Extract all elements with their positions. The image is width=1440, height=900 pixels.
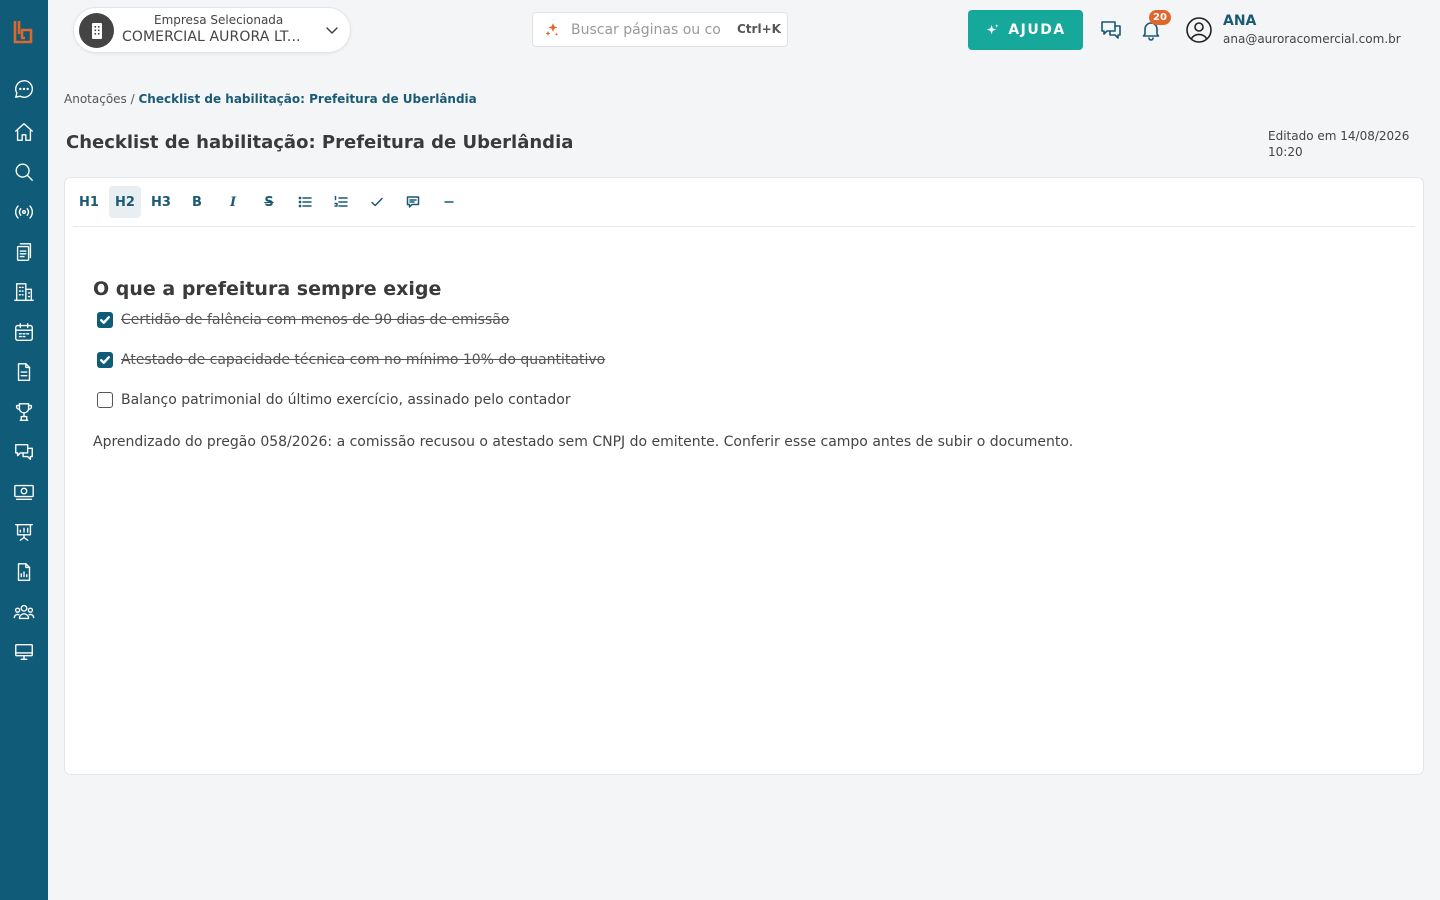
task-checkbox[interactable]: [97, 352, 113, 368]
horizontal-rule-button[interactable]: [433, 186, 465, 218]
breadcrumb-parent[interactable]: Anotações: [64, 92, 127, 106]
task-text: Atestado de capacidade técnica com no mí…: [121, 352, 606, 368]
task-item: Certidão de falência com menos de 90 dia…: [93, 308, 1393, 332]
sidebar-item-search[interactable]: [12, 160, 36, 184]
messages-icon: [1101, 21, 1121, 39]
strikethrough-button[interactable]: S: [253, 186, 285, 218]
breadcrumb-current: Checklist de habilitação: Prefeitura de …: [138, 92, 477, 106]
heading-2-button[interactable]: H2: [109, 186, 141, 218]
comment-button[interactable]: [397, 186, 429, 218]
edited-date: Editado em 14/08/2026: [1268, 129, 1410, 143]
sidebar-item-companies[interactable]: [12, 280, 36, 304]
user-avatar[interactable]: [1185, 16, 1213, 44]
search-shortcut: Ctrl+K: [737, 22, 781, 36]
ordered-list-button[interactable]: [325, 186, 357, 218]
global-search[interactable]: Ctrl+K: [532, 12, 788, 47]
sidebar-item-messages[interactable]: [12, 440, 36, 464]
company-selector-value: COMERCIAL AURORA LT...: [122, 29, 301, 45]
user-name[interactable]: ANA: [1223, 13, 1256, 29]
sparkle-icon: [545, 23, 559, 36]
bullet-list-button[interactable]: [289, 186, 321, 218]
sidebar-item-chat[interactable]: [12, 77, 36, 101]
company-building-icon: [79, 13, 114, 48]
sidebar-item-documents[interactable]: [12, 240, 36, 264]
documents-icon: [16, 243, 32, 261]
note-editor: H1 H2 H3 B I S O que a prefeitura sempre…: [64, 177, 1424, 775]
file-icon: [17, 363, 31, 381]
sidebar-item-home[interactable]: [12, 120, 36, 144]
note-paragraph: Aprendizado do pregão 058/2026: a comiss…: [93, 434, 1074, 450]
app-logo-icon[interactable]: [10, 18, 36, 46]
sidebar-item-presentation[interactable]: [12, 520, 36, 544]
calendar-icon: [15, 323, 33, 341]
heading-1-button[interactable]: H1: [73, 186, 105, 218]
italic-button[interactable]: I: [217, 186, 249, 218]
building-icon: [14, 283, 34, 301]
sidebar-item-report[interactable]: [12, 560, 36, 584]
messages-icon: [15, 443, 33, 461]
toolbar-divider: [73, 226, 1415, 227]
editor-content[interactable]: O que a prefeitura sempre exige Certidão…: [93, 278, 1393, 450]
edited-timestamp: Editado em 14/08/2026 10:20: [1268, 128, 1418, 160]
sidebar-item-broadcast[interactable]: [12, 200, 36, 224]
task-item: Atestado de capacidade técnica com no mí…: [93, 348, 1393, 372]
sidebar-item-users[interactable]: [12, 600, 36, 624]
sidebar: [0, 0, 48, 900]
broadcast-icon: [15, 205, 33, 219]
task-checkbox[interactable]: [97, 392, 113, 408]
sparkle-icon: [987, 23, 999, 34]
heading-3-button[interactable]: H3: [145, 186, 177, 218]
sidebar-item-calendar[interactable]: [12, 320, 36, 344]
users-icon: [13, 604, 35, 620]
task-text: Balanço patrimonial do último exercício,…: [121, 392, 571, 408]
sidebar-item-file[interactable]: [12, 360, 36, 384]
chevron-down-icon: [326, 27, 338, 34]
chat-icon: [15, 80, 33, 98]
monitor-icon: [15, 643, 33, 661]
company-selector[interactable]: Empresa Selecionada COMERCIAL AURORA LT.…: [73, 7, 351, 53]
ordered-list-icon: [334, 195, 348, 207]
user-email: ana@auroracomercial.com.br: [1223, 32, 1401, 46]
company-selector-label: Empresa Selecionada: [154, 13, 284, 27]
horizontal-rule-icon: [444, 201, 454, 203]
breadcrumb: Anotações / Checklist de habilitação: Pr…: [64, 92, 477, 106]
comment-icon: [406, 196, 420, 208]
notification-badge: 20: [1149, 10, 1171, 25]
search-icon: [15, 163, 33, 181]
editor-toolbar: H1 H2 H3 B I S: [73, 186, 465, 218]
trophy-icon: [15, 403, 33, 421]
task-item: Balanço patrimonial do último exercício,…: [93, 388, 1393, 412]
task-list-button[interactable]: [361, 186, 393, 218]
user-circle-icon: [1186, 17, 1212, 43]
checkmark-icon: [100, 316, 110, 324]
money-icon: [14, 484, 34, 501]
presentation-icon: [15, 523, 33, 541]
sidebar-item-monitor[interactable]: [12, 640, 36, 664]
edited-time: 10:20: [1268, 145, 1303, 159]
page-title: Checklist de habilitação: Prefeitura de …: [66, 132, 574, 153]
help-button-label: AJUDA: [1008, 22, 1066, 38]
chat-button[interactable]: [1098, 17, 1124, 43]
breadcrumb-separator: /: [130, 92, 135, 106]
bullet-list-icon: [298, 196, 312, 208]
home-icon: [15, 123, 33, 141]
checkmark-icon: [100, 356, 110, 364]
task-text: Certidão de falência com menos de 90 dia…: [121, 312, 510, 328]
sidebar-item-trophy[interactable]: [12, 400, 36, 424]
check-icon: [371, 197, 383, 207]
task-checkbox[interactable]: [97, 312, 113, 328]
help-button[interactable]: AJUDA: [968, 10, 1083, 50]
sidebar-item-finance[interactable]: [12, 480, 36, 504]
content-heading: O que a prefeitura sempre exige: [93, 278, 442, 300]
search-input[interactable]: [571, 19, 727, 41]
report-icon: [17, 563, 31, 581]
bold-button[interactable]: B: [181, 186, 213, 218]
